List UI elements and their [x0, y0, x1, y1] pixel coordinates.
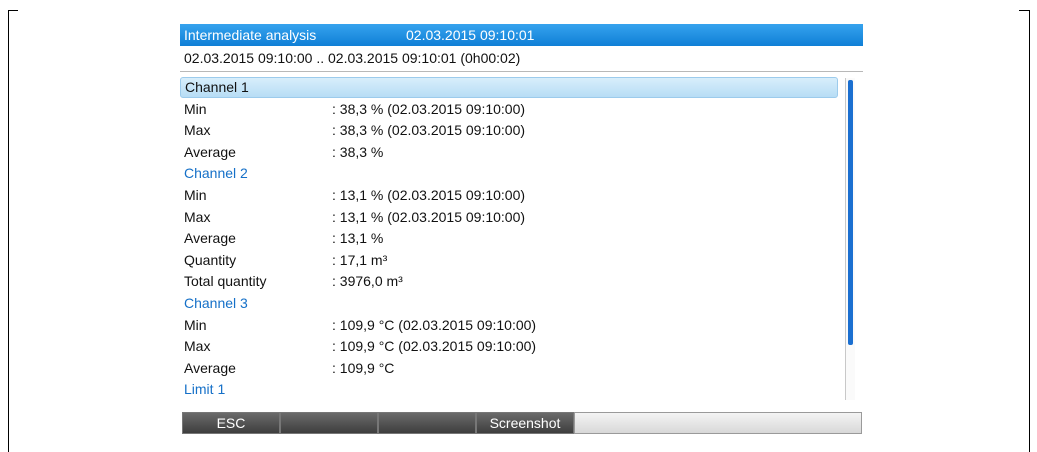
value-row[interactable]: Average : 13,1 % — [180, 228, 840, 249]
value-row[interactable]: Min : 38,3 % (02.03.2015 09:10:00) — [180, 99, 840, 120]
row-value: : 109,9 °C — [332, 360, 395, 376]
value-row[interactable]: Max : 13,1 % (02.03.2015 09:10:00) — [180, 207, 840, 228]
value-row[interactable]: Average : 109,9 °C — [180, 358, 840, 379]
frame-corner-left — [8, 10, 18, 11]
screen-timestamp: 02.03.2015 09:10:01 — [406, 27, 535, 43]
value-row[interactable]: Max : 109,9 °C (02.03.2015 09:10:00) — [180, 336, 840, 357]
row-value: : 109,9 °C (02.03.2015 09:10:00) — [332, 338, 537, 354]
scrollbar[interactable] — [845, 78, 855, 400]
screen-title: Intermediate analysis — [184, 27, 317, 43]
softkey-2-blank[interactable] — [280, 412, 378, 434]
value-row[interactable]: Max : 38,3 % (02.03.2015 09:10:00) — [180, 120, 840, 141]
row-label: Average — [184, 230, 236, 246]
softkey-bar: ESC Screenshot — [182, 412, 863, 434]
device-screen: Intermediate analysis 02.03.2015 09:10:0… — [180, 24, 863, 438]
row-label: Max — [184, 209, 211, 225]
section-label: Channel 2 — [184, 165, 248, 181]
softkey-screenshot[interactable]: Screenshot — [476, 412, 574, 434]
row-label: Min — [184, 317, 207, 333]
title-bar: Intermediate analysis 02.03.2015 09:10:0… — [180, 24, 863, 46]
row-label: Min — [184, 187, 207, 203]
row-value: : 3976,0 m³ — [332, 273, 403, 289]
value-row[interactable]: Total quantity : 3976,0 m³ — [180, 271, 840, 292]
section-label: Channel 1 — [185, 79, 249, 95]
section-header-row[interactable]: Channel 3 — [180, 293, 840, 314]
section-label: Limit 1 — [184, 381, 226, 397]
analysis-list[interactable]: Channel 1 Min : 38,3 % (02.03.2015 09:10:0… — [180, 77, 863, 405]
row-value: : 38,3 % (02.03.2015 09:10:00) — [332, 101, 526, 117]
analysis-range: 02.03.2015 09:10:00 .. 02.03.2015 09:10:… — [180, 46, 863, 72]
row-label: Max — [184, 338, 211, 354]
section-header-row[interactable]: Channel 2 — [180, 163, 840, 184]
frame-corner-right — [1019, 10, 1030, 11]
row-label: Max — [184, 122, 211, 138]
softkey-5-blank[interactable] — [574, 412, 862, 434]
value-row[interactable]: Min : 109,9 °C (02.03.2015 09:10:00) — [180, 315, 840, 336]
analysis-range-text: 02.03.2015 09:10:00 .. 02.03.2015 09:10:… — [184, 50, 521, 66]
row-label: Total quantity — [184, 273, 267, 289]
row-label: Min — [184, 101, 207, 117]
section-header-row[interactable]: Channel 1 — [180, 77, 838, 98]
row-label: Average — [184, 360, 236, 376]
value-row[interactable]: Min : 13,1 % (02.03.2015 09:10:00) — [180, 185, 840, 206]
value-row[interactable]: Quantity : 17,1 m³ — [180, 250, 840, 271]
softkey-esc[interactable]: ESC — [182, 412, 280, 434]
frame-border-right — [1029, 10, 1030, 452]
section-header-row[interactable]: Limit 1 — [180, 379, 840, 400]
row-label: Average — [184, 144, 236, 160]
value-row[interactable]: Average : 38,3 % — [180, 142, 840, 163]
row-value: : 13,1 % (02.03.2015 09:10:00) — [332, 187, 526, 203]
row-value: : 17,1 m³ — [332, 252, 388, 268]
frame-border-left — [8, 10, 9, 452]
row-value: : 13,1 % — [332, 230, 384, 246]
softkey-3-blank[interactable] — [378, 412, 476, 434]
row-label: Quantity — [184, 252, 237, 268]
row-value: : 13,1 % (02.03.2015 09:10:00) — [332, 209, 526, 225]
row-value: : 38,3 % (02.03.2015 09:10:00) — [332, 122, 526, 138]
scrollbar-thumb[interactable] — [848, 80, 853, 345]
row-value: : 109,9 °C (02.03.2015 09:10:00) — [332, 317, 537, 333]
section-label: Channel 3 — [184, 295, 248, 311]
row-value: : 38,3 % — [332, 144, 384, 160]
